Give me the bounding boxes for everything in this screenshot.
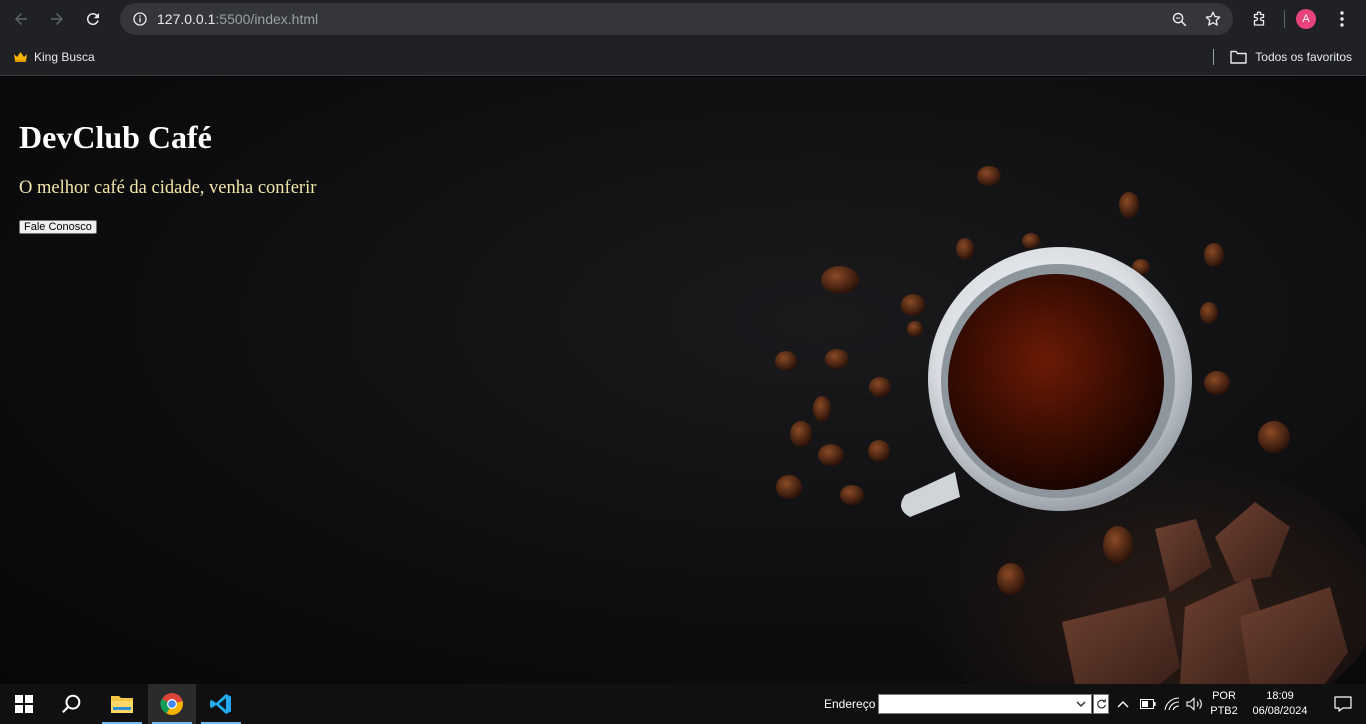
page-viewport: DevClub Café O melhor café da cidade, ve… — [0, 77, 1366, 684]
folder-icon — [1230, 49, 1248, 65]
windows-logo-icon — [15, 695, 33, 713]
clock-time: 18:09 — [1266, 690, 1294, 702]
zoom-icon[interactable] — [1169, 9, 1189, 29]
bookmark-king-busca[interactable]: King Busca — [12, 49, 95, 65]
address-toolbar-input[interactable] — [878, 694, 1092, 714]
page-title: DevClub Café — [19, 119, 212, 155]
speaker-icon — [1186, 697, 1202, 711]
reload-icon — [86, 13, 99, 26]
clock[interactable]: 18:09 06/08/2024 — [1247, 689, 1313, 719]
search-icon — [62, 694, 81, 714]
all-bookmarks-link[interactable]: Todos os favoritos — [1255, 50, 1352, 64]
input-language-indicator[interactable]: POR PTB2 — [1208, 689, 1240, 719]
wifi-icon — [1164, 697, 1180, 711]
forward-button[interactable] — [42, 4, 72, 34]
crown-icon — [12, 49, 28, 65]
folder-icon — [111, 696, 133, 713]
url-path: :5500/index.html — [215, 11, 319, 27]
arrow-right-icon — [51, 13, 63, 25]
volume-button[interactable] — [1185, 684, 1205, 724]
coffee-background-image — [775, 166, 1366, 684]
page-subtitle: O melhor café da cidade, venha conferir — [19, 178, 317, 198]
chevron-down-icon[interactable] — [1075, 698, 1087, 710]
search-button[interactable] — [48, 684, 96, 724]
bookmarks-divider — [1213, 49, 1215, 65]
taskbar: Endereço POR PTB2 18:09 06/08/2024 — [0, 684, 1366, 724]
profile-avatar[interactable]: A — [1296, 9, 1316, 29]
site-info-icon[interactable] — [128, 7, 152, 31]
file-explorer-button[interactable] — [98, 684, 146, 724]
extensions-icon[interactable] — [1245, 5, 1273, 33]
chrome-icon — [160, 693, 183, 715]
clock-date: 06/08/2024 — [1252, 705, 1308, 717]
toolbar-divider — [1284, 10, 1285, 28]
contact-button[interactable]: Fale Conosco — [19, 220, 97, 234]
chevron-up-icon — [1117, 701, 1129, 708]
keyboard-layout: PTB2 — [1210, 705, 1238, 717]
battery-icon — [1140, 699, 1156, 709]
vscode-taskbar-button[interactable] — [197, 684, 245, 724]
url-host: 127.0.0.1 — [157, 11, 216, 27]
url-text[interactable]: 127.0.0.1:5500/index.html — [157, 11, 318, 27]
arrow-left-icon — [15, 13, 27, 25]
vscode-icon — [210, 694, 231, 714]
address-bar[interactable]: 127.0.0.1:5500/index.html — [120, 3, 1233, 35]
network-button[interactable] — [1162, 684, 1182, 724]
back-button[interactable] — [6, 4, 36, 34]
more-menu-icon[interactable] — [1328, 5, 1356, 33]
show-hidden-icons-button[interactable] — [1113, 684, 1133, 724]
bookmark-label: King Busca — [34, 49, 95, 64]
battery-button[interactable] — [1138, 684, 1158, 724]
address-go-button[interactable] — [1093, 694, 1109, 714]
bookmarks-bar: King Busca Todos os favoritos — [0, 38, 1366, 76]
refresh-icon — [1096, 699, 1106, 709]
chrome-taskbar-button[interactable] — [148, 684, 196, 724]
language-code: POR — [1212, 690, 1236, 702]
reload-button[interactable] — [78, 4, 108, 34]
notifications-icon — [1334, 696, 1352, 712]
browser-toolbar: 127.0.0.1:5500/index.html A — [0, 0, 1366, 38]
start-button[interactable] — [0, 684, 48, 724]
bookmark-star-icon[interactable] — [1203, 9, 1223, 29]
action-center-button[interactable] — [1320, 684, 1366, 724]
address-toolbar-label: Endereço — [824, 697, 876, 711]
